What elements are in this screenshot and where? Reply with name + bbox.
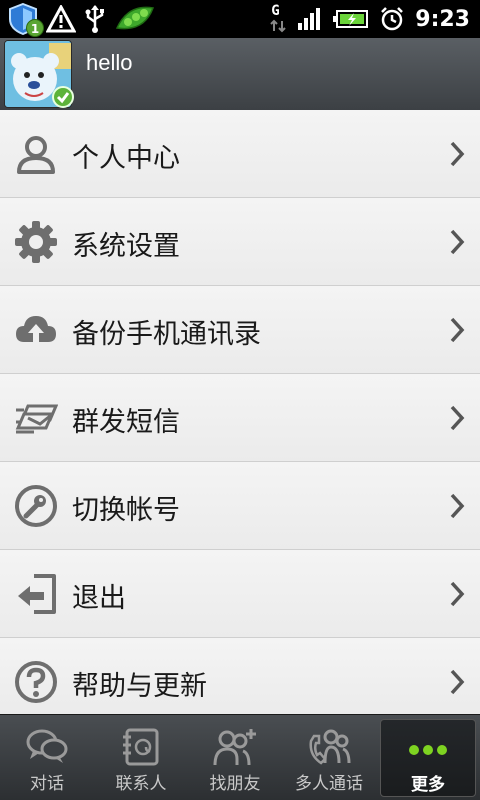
help-icon — [15, 661, 57, 703]
online-status-icon — [52, 86, 74, 108]
person-icon — [17, 136, 55, 174]
exit-icon — [18, 574, 56, 614]
peas-icon — [115, 6, 155, 30]
menu-item-switch-account[interactable]: 切换帐号 — [0, 462, 480, 550]
status-bar-notifications: 1 — [8, 2, 156, 37]
chevron-right-icon — [450, 141, 465, 167]
status-bar: 1 G 9:23 — [0, 0, 480, 38]
more-dots-icon — [409, 745, 447, 755]
tab-contacts[interactable]: 联系人 — [94, 715, 188, 800]
group-call-icon — [309, 729, 351, 765]
menu-item-label: 备份手机通讯录 — [72, 319, 261, 350]
menu-item-backup-contacts[interactable]: 备份手机通讯录 — [0, 286, 480, 374]
tab-group-call[interactable]: 多人通话 — [282, 715, 376, 800]
chevron-right-icon — [450, 405, 465, 431]
menu-item-label: 帮助与更新 — [72, 671, 207, 702]
signal-icon — [298, 8, 321, 30]
gear-icon — [15, 221, 57, 263]
mass-message-icon — [15, 404, 58, 434]
profile-header[interactable]: hello — [0, 38, 480, 110]
menu-item-system-settings[interactable]: 系统设置 — [0, 198, 480, 286]
add-friend-icon — [213, 729, 256, 766]
menu-item-help-update[interactable]: 帮助与更新 — [0, 638, 480, 716]
tab-find-friends[interactable]: 找朋友 — [188, 715, 282, 800]
chat-bubbles-icon — [26, 729, 68, 763]
menu-item-label: 退出 — [72, 583, 126, 614]
menu-item-label: 系统设置 — [72, 231, 180, 262]
menu-item-label: 群发短信 — [72, 407, 180, 438]
alarm-icon — [381, 7, 404, 31]
network-type-label: G — [271, 3, 280, 19]
tab-more[interactable]: 更多 — [380, 719, 476, 797]
chevron-right-icon — [450, 229, 465, 255]
tab-label: 对话 — [30, 774, 64, 794]
menu-item-label: 切换帐号 — [72, 495, 180, 526]
bottom-tab-bar: 对话 联系人 找朋友 多人通话 更多 — [0, 714, 480, 800]
clock: 9:23 — [415, 6, 470, 32]
tab-conversations[interactable]: 对话 — [0, 715, 94, 800]
cloud-upload-icon — [16, 316, 56, 342]
contacts-book-icon — [123, 728, 159, 766]
menu-item-exit[interactable]: 退出 — [0, 550, 480, 638]
usb-icon — [85, 5, 104, 33]
menu-item-label: 个人中心 — [72, 143, 180, 174]
more-menu-list: 个人中心 系统设置 备份手机通讯录 群发短信 切换帐号 退出 帮助与更新 — [0, 110, 480, 716]
menu-item-mass-sms[interactable]: 群发短信 — [0, 374, 480, 462]
tab-label: 更多 — [411, 775, 445, 795]
chevron-right-icon — [450, 581, 465, 607]
warning-icon — [46, 5, 76, 33]
tab-label: 多人通话 — [295, 774, 363, 794]
key-icon — [15, 485, 57, 527]
chevron-right-icon — [450, 317, 465, 343]
battery-icon — [333, 10, 369, 28]
status-bar-system: G 9:23 — [269, 2, 470, 36]
tab-label: 联系人 — [115, 774, 167, 794]
network-icon: G — [269, 3, 287, 35]
shield-icon: 1 — [8, 2, 44, 37]
chevron-right-icon — [450, 493, 465, 519]
tab-label: 找朋友 — [209, 774, 261, 794]
profile-name: hello — [86, 50, 133, 75]
chevron-right-icon — [450, 669, 465, 695]
menu-item-personal-center[interactable]: 个人中心 — [0, 110, 480, 198]
notification-count-badge: 1 — [26, 19, 44, 37]
